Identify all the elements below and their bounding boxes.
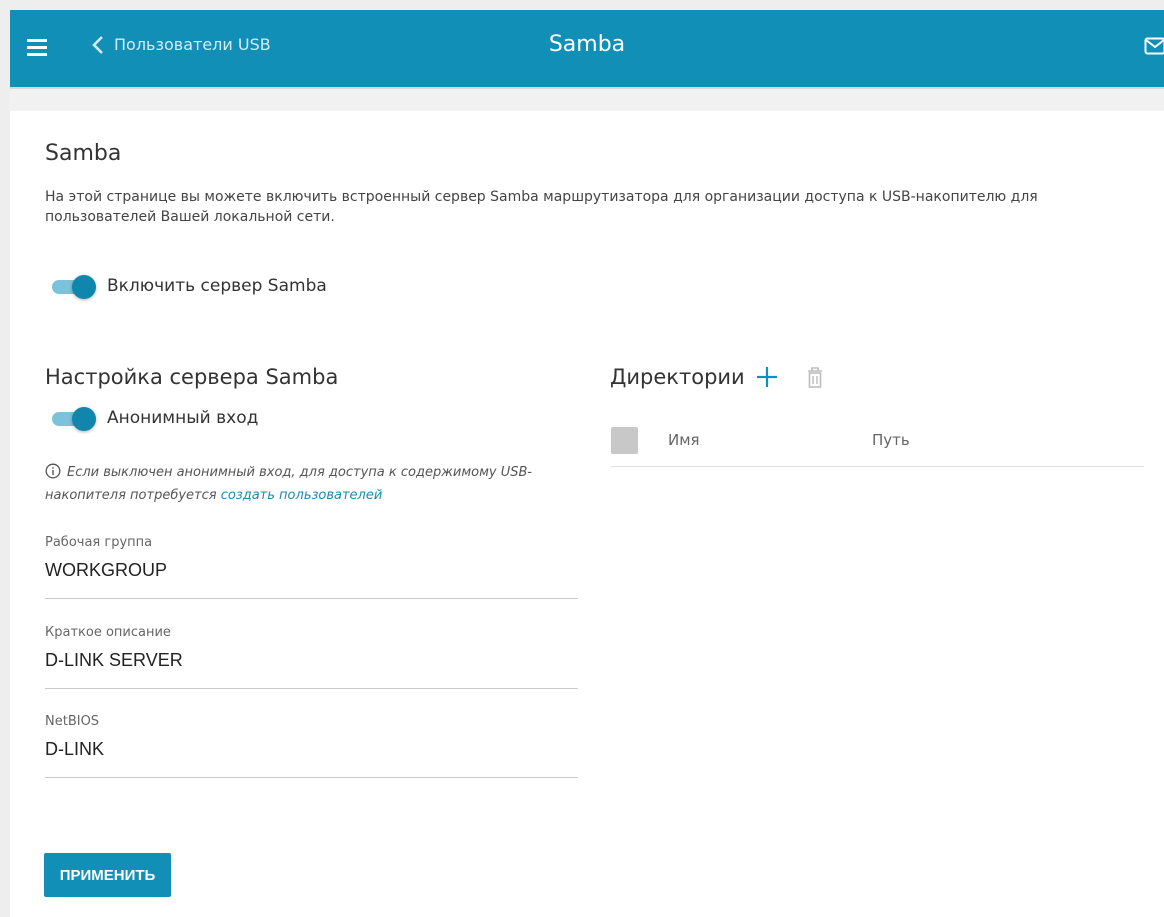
directories-table-header: Имя Путь	[611, 423, 1144, 467]
netbios-label: NetBIOS	[45, 714, 100, 729]
info-icon	[45, 463, 61, 479]
anonymous-login-label: Анонимный вход	[107, 408, 259, 428]
main-content: Samba На этой странице вы можете включит…	[10, 111, 1164, 917]
workgroup-input[interactable]: WORKGROUP	[45, 560, 578, 581]
anonymous-login-toggle[interactable]	[50, 407, 96, 431]
netbios-input[interactable]: D-LINK	[45, 739, 578, 760]
apply-button[interactable]: ПРИМЕНИТЬ	[44, 853, 171, 897]
column-name: Имя	[668, 431, 700, 449]
page-description: На этой странице вы можете включить встр…	[45, 189, 1038, 225]
description-field: Краткое описание D-LINK SERVER	[45, 625, 578, 689]
description-input[interactable]: D-LINK SERVER	[45, 650, 578, 671]
create-users-link[interactable]: создать пользователей	[221, 488, 383, 503]
directories-heading: Директории	[610, 365, 745, 389]
netbios-field: NetBIOS D-LINK	[45, 714, 578, 778]
page-title: Samba	[548, 32, 626, 57]
trash-icon[interactable]	[805, 365, 825, 389]
column-path: Путь	[872, 431, 910, 449]
workgroup-label: Рабочая группа	[45, 535, 153, 550]
plus-icon[interactable]	[755, 365, 779, 389]
info-note: Если выключен анонимный вход, для доступ…	[45, 461, 565, 507]
mail-icon[interactable]	[1144, 36, 1164, 60]
enable-samba-label: Включить сервер Samba	[107, 276, 327, 296]
section-heading: Samba	[45, 141, 122, 166]
select-all-checkbox[interactable]	[611, 427, 638, 454]
description-label: Краткое описание	[45, 625, 171, 640]
settings-heading: Настройка сервера Samba	[45, 365, 339, 389]
workgroup-field: Рабочая группа WORKGROUP	[45, 535, 578, 599]
enable-samba-toggle[interactable]	[50, 275, 96, 299]
directories-header: Директории	[610, 365, 825, 389]
sub-bar	[10, 87, 1164, 111]
top-bar: Пользователи USB Samba	[10, 10, 1164, 87]
